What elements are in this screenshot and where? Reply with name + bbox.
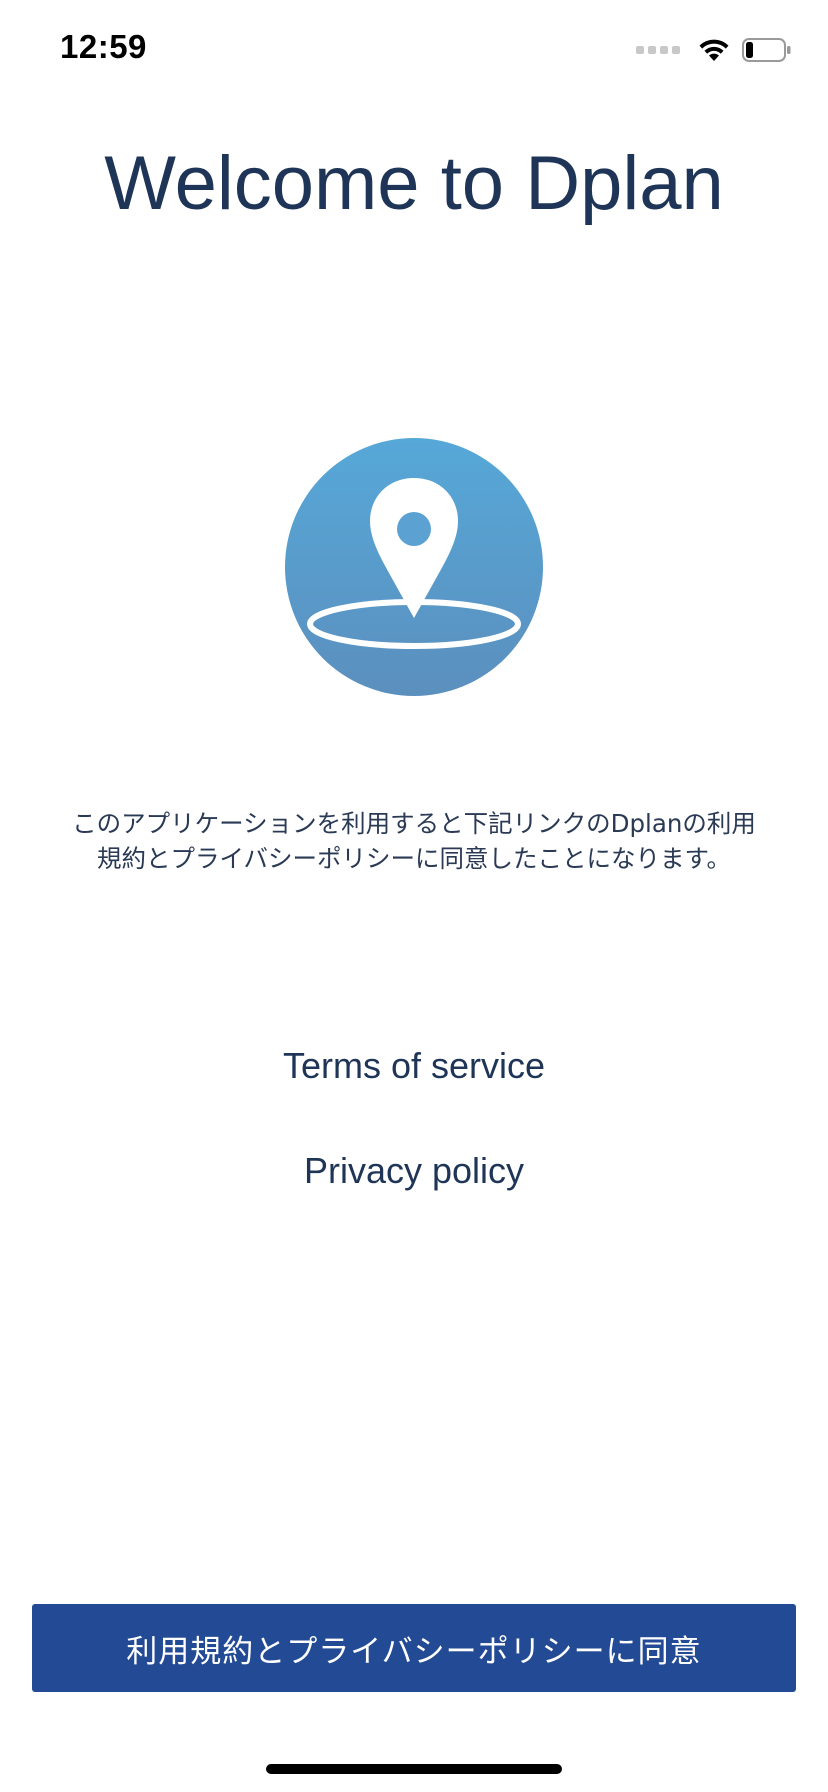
status-icons	[636, 34, 792, 66]
signal-dots-icon	[636, 46, 680, 54]
home-indicator[interactable]	[266, 1764, 562, 1774]
location-pin-icon	[285, 438, 543, 696]
agree-button[interactable]: 利用規約とプライバシーポリシーに同意	[32, 1604, 796, 1692]
page-title: Welcome to Dplan	[104, 141, 724, 226]
status-bar: 12:59	[0, 0, 828, 100]
battery-icon	[742, 38, 792, 62]
welcome-screen: 12:59 Welcome to Dplan このアプリケーションを利用すると下…	[0, 0, 828, 1792]
terms-of-service-link[interactable]: Terms of service	[0, 1045, 828, 1087]
consent-text: このアプリケーションを利用すると下記リンクのDplanの利用規約とプライバシーポ…	[72, 809, 756, 873]
wifi-icon	[698, 37, 730, 63]
privacy-policy-link[interactable]: Privacy policy	[0, 1150, 828, 1192]
status-time: 12:59	[60, 28, 147, 65]
